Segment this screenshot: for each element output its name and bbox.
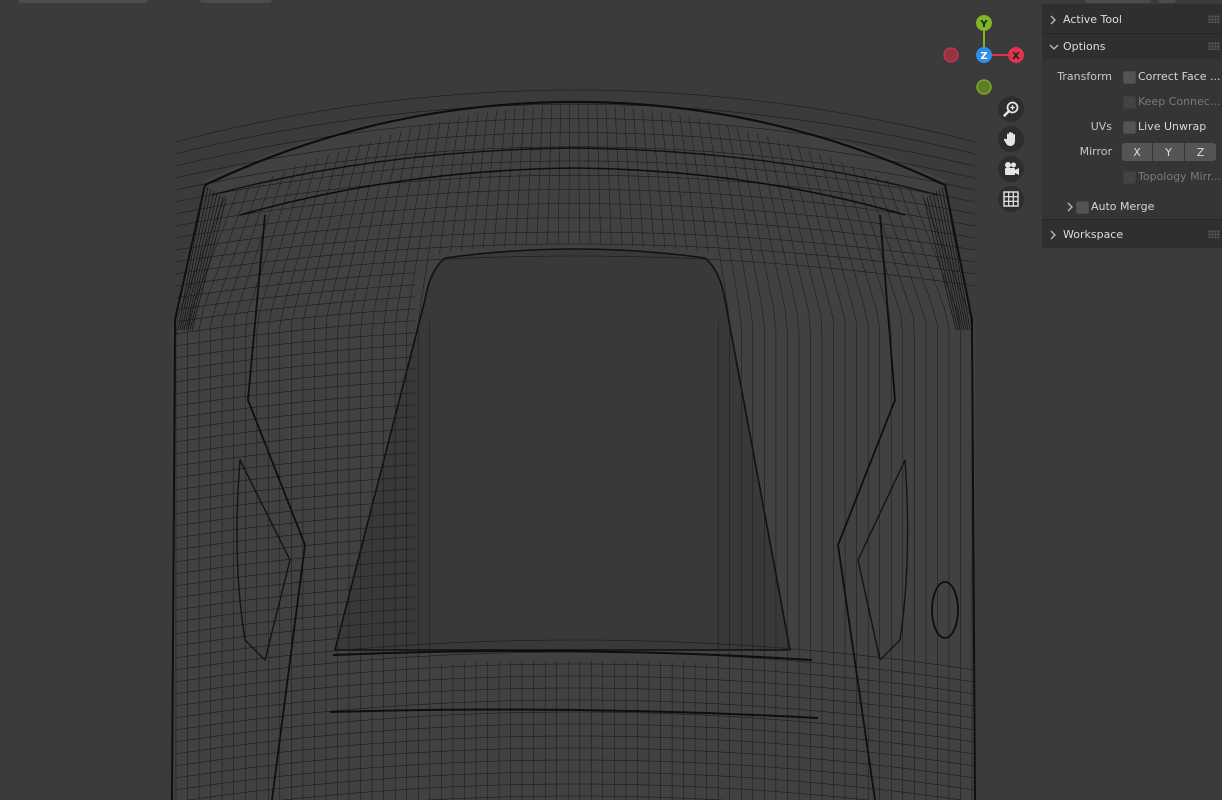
gizmo-x-negative[interactable] — [943, 47, 959, 63]
camera-icon — [1005, 162, 1019, 175]
keep-connected-label[interactable]: Keep Connec... — [1138, 95, 1220, 108]
chevron-right-icon — [1049, 230, 1063, 240]
live-unwrap-checkbox[interactable] — [1123, 121, 1136, 134]
correct-face-label[interactable]: Correct Face ... — [1138, 70, 1221, 83]
mirror-y-button[interactable]: Y — [1153, 143, 1184, 161]
gizmo-y-negative[interactable] — [976, 79, 992, 95]
gizmo-x-label: X — [1012, 51, 1020, 62]
grid-icon — [1003, 191, 1019, 207]
keep-connected-checkbox[interactable] — [1123, 96, 1136, 109]
mirror-label: Mirror — [1079, 145, 1112, 158]
mirror-z-button[interactable]: Z — [1185, 143, 1216, 161]
gizmo-y-axis[interactable]: Y — [976, 15, 992, 31]
pan-button[interactable] — [998, 126, 1024, 152]
transform-label: Transform — [1057, 70, 1112, 83]
navigation-gizmo[interactable]: X Y Z — [938, 12, 1030, 98]
zoom-icon — [1003, 101, 1019, 117]
header-widget[interactable] — [1158, 0, 1176, 3]
divider — [1042, 219, 1222, 220]
mirror-x-button[interactable]: X — [1122, 143, 1152, 161]
gizmo-z-axis[interactable]: Z — [976, 47, 992, 63]
drag-handle-icon[interactable] — [1208, 230, 1220, 238]
chevron-down-icon — [1049, 43, 1063, 51]
header-widget[interactable] — [1085, 0, 1151, 3]
gizmo-x-axis[interactable]: X — [1008, 47, 1024, 63]
mirror-axis-group: X Y Z — [1122, 143, 1216, 161]
panel-header-active-tool[interactable]: Active Tool — [1042, 7, 1222, 32]
panel-header-options[interactable]: Options — [1042, 34, 1222, 59]
panel-header-workspace[interactable]: Workspace — [1042, 222, 1222, 247]
tool-sidebar: Active Tool Options Transform Correct Fa… — [1042, 4, 1222, 248]
wireframe-mesh — [171, 89, 976, 800]
hand-pan-icon — [1003, 132, 1015, 146]
topology-mirror-label[interactable]: Topology Mirr... — [1138, 170, 1221, 183]
gizmo-y-label: Y — [979, 19, 988, 30]
auto-merge-checkbox[interactable] — [1076, 201, 1089, 214]
zoom-button[interactable] — [998, 96, 1024, 122]
options-panel-body: Transform Correct Face ... Keep Connec..… — [1042, 59, 1222, 219]
panel-title: Options — [1063, 40, 1106, 53]
camera-view-button[interactable] — [998, 156, 1024, 182]
drag-handle-icon[interactable] — [1208, 15, 1220, 23]
live-unwrap-label[interactable]: Live Unwrap — [1138, 120, 1206, 133]
auto-merge-label[interactable]: Auto Merge — [1091, 200, 1154, 213]
projection-toggle-button[interactable] — [998, 186, 1024, 212]
3d-viewport[interactable]: X Y Z — [0, 0, 1222, 800]
chevron-right-icon[interactable] — [1066, 202, 1074, 215]
panel-title: Workspace — [1063, 228, 1124, 241]
uvs-label: UVs — [1090, 120, 1112, 133]
chevron-right-icon — [1049, 15, 1063, 25]
drag-handle-icon[interactable] — [1208, 42, 1220, 50]
panel-title: Active Tool — [1063, 13, 1122, 26]
topology-mirror-checkbox[interactable] — [1123, 171, 1136, 184]
correct-face-checkbox[interactable] — [1123, 71, 1136, 84]
gizmo-z-label: Z — [980, 51, 987, 62]
